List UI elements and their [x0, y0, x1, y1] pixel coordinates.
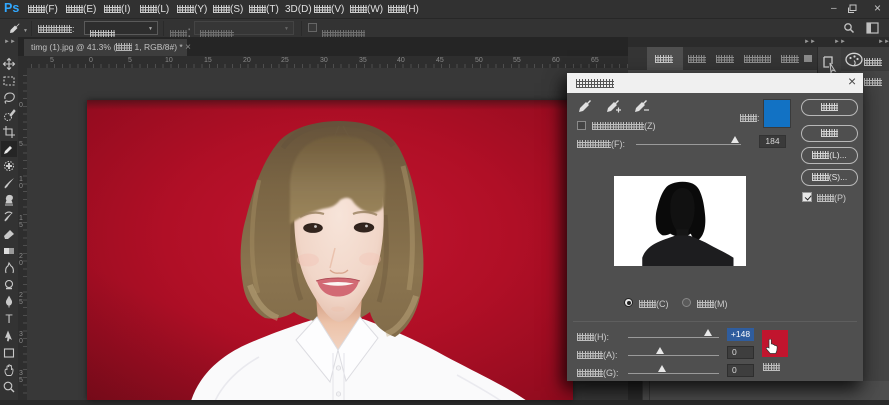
svg-text:T: T: [5, 312, 13, 326]
